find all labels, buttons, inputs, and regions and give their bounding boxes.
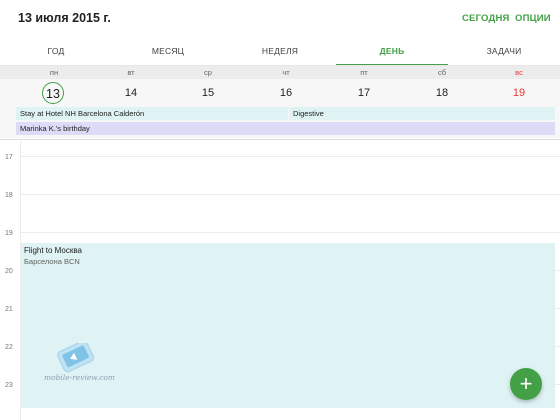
options-button[interactable]: ОПЦИИ xyxy=(515,13,551,24)
weekday-header-row: пн вт ср чт пт сб вс xyxy=(0,66,560,79)
tab-week[interactable]: НЕДЕЛЯ xyxy=(224,38,336,66)
weekday-label: сб xyxy=(437,68,447,77)
all-day-event-digestive[interactable]: Digestive xyxy=(289,107,555,120)
watermark: mobile-review.com xyxy=(44,340,115,382)
watermark-text: mobile-review.com xyxy=(44,373,116,382)
hour-gridline xyxy=(20,194,560,195)
view-tabs: ГОД МЕСЯЦ НЕДЕЛЯ ДЕНЬ ЗАДАЧИ xyxy=(0,38,560,66)
tab-year[interactable]: ГОД xyxy=(0,38,112,66)
tab-month[interactable]: МЕСЯЦ xyxy=(112,38,224,66)
hour-label: 19 xyxy=(5,230,13,237)
add-event-button[interactable]: + xyxy=(510,368,542,400)
all-day-event-birthday[interactable]: Marinka K.'s birthday xyxy=(16,122,555,135)
hour-gridline xyxy=(20,156,560,157)
app-bar: 13 июля 2015 г. СЕГОДНЯ ОПЦИИ xyxy=(0,0,560,36)
tab-tasks[interactable]: ЗАДАЧИ xyxy=(448,38,560,66)
event-title: Flight to Москва xyxy=(24,246,82,255)
today-indicator-ring xyxy=(42,82,64,104)
plus-icon: + xyxy=(519,371,533,396)
day-number[interactable]: 17 xyxy=(334,87,394,99)
tab-day[interactable]: ДЕНЬ xyxy=(336,38,448,66)
hour-label: 21 xyxy=(5,306,13,313)
hour-label: 17 xyxy=(5,154,13,161)
day-number[interactable]: 16 xyxy=(256,87,316,99)
hour-label: 23 xyxy=(5,382,13,389)
current-date-title[interactable]: 13 июля 2015 г. xyxy=(18,11,111,25)
hour-gridline xyxy=(20,232,560,233)
day-number[interactable]: 14 xyxy=(101,87,161,99)
weekday-label: пт xyxy=(360,68,368,77)
day-number[interactable]: 18 xyxy=(412,87,472,99)
weekday-label-sunday: вс xyxy=(515,68,523,77)
hour-label: 22 xyxy=(5,344,13,351)
today-button[interactable]: СЕГОДНЯ xyxy=(462,13,510,24)
day-number-sunday[interactable]: 19 xyxy=(489,87,549,99)
watermark-logo-icon xyxy=(57,340,94,373)
all-day-event-hotel[interactable]: Stay at Hotel NH Barcelona Calderón xyxy=(16,107,288,120)
event-location: Барселона BCN xyxy=(24,257,80,266)
hour-label: 20 xyxy=(5,268,13,275)
day-number[interactable]: 15 xyxy=(178,87,238,99)
weekday-label: чт xyxy=(282,68,290,77)
hour-label: 18 xyxy=(5,192,13,199)
weekday-label: вт xyxy=(127,68,135,77)
weekday-label: пн xyxy=(49,68,59,77)
weekday-label: ср xyxy=(204,68,212,77)
event-flight-moscow[interactable]: Flight to Москва Барселона BCN xyxy=(21,243,555,408)
